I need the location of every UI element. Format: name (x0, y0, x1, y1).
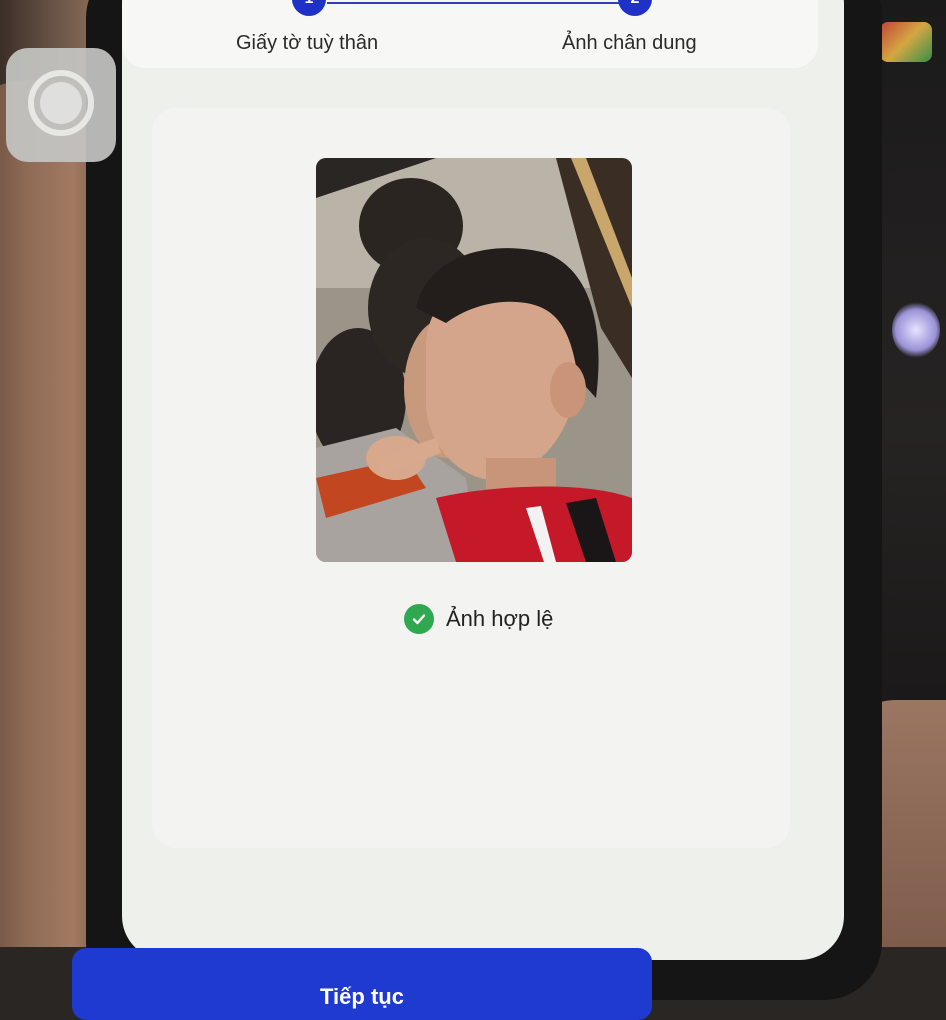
step-1-label: Giấy tờ tuỳ thân (236, 32, 379, 54)
step-2-indicator: 2 (618, 0, 652, 16)
phone-frame: 1 2 Giấy tờ tuỳ thân Ảnh chân dung (86, 0, 882, 1000)
background-light (892, 302, 940, 358)
portrait-image (316, 158, 632, 562)
continue-button[interactable]: Tiếp tục (72, 948, 652, 1020)
check-circle-icon (404, 604, 434, 634)
stepper-connector (327, 2, 627, 4)
background-light (880, 22, 932, 62)
photo-status: Ảnh hợp lệ (404, 602, 553, 636)
stepper: 1 2 Giấy tờ tuỳ thân Ảnh chân dung (122, 0, 818, 68)
step-1-indicator: 1 (292, 0, 326, 16)
status-text: Ảnh hợp lệ (446, 606, 554, 631)
app-switcher-icon[interactable] (6, 48, 116, 162)
app-icon-core (40, 82, 82, 124)
portrait-photo (316, 158, 632, 562)
step-2-label: Ảnh chân dung (562, 32, 697, 54)
phone-screen: 1 2 Giấy tờ tuỳ thân Ảnh chân dung (122, 0, 844, 960)
